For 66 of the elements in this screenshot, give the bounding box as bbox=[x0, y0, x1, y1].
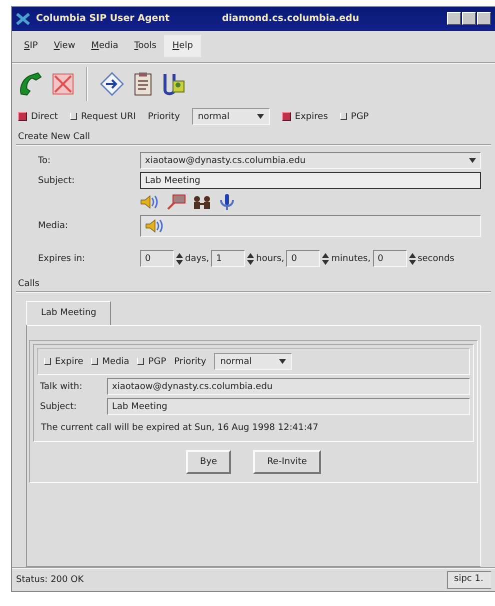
group-title: Create New Call bbox=[17, 131, 92, 144]
menu-item[interactable]: View bbox=[46, 35, 84, 58]
hang-up-icon[interactable] bbox=[52, 73, 74, 96]
maximize-button[interactable] bbox=[462, 12, 476, 26]
expires-label: Expires in: bbox=[38, 254, 86, 264]
media-list[interactable] bbox=[140, 215, 481, 238]
checkbox[interactable]: Expires bbox=[282, 112, 328, 122]
status-text: Status: 200 OK bbox=[16, 575, 84, 586]
clipboard-icon[interactable] bbox=[134, 72, 152, 96]
subject-field[interactable]: Lab Meeting bbox=[140, 172, 481, 190]
media-label: Media: bbox=[38, 221, 70, 232]
unit-label: seconds bbox=[418, 254, 454, 264]
group-title: Calls bbox=[17, 278, 40, 292]
call-button[interactable]: Bye bbox=[186, 450, 232, 474]
priority-dropdown[interactable]: normal bbox=[192, 108, 270, 126]
subject-label: Subject: bbox=[39, 402, 78, 412]
number-field[interactable]: 1 bbox=[211, 250, 246, 268]
caret-icon bbox=[469, 158, 476, 164]
speaker-icon[interactable] bbox=[140, 194, 160, 210]
video-icon[interactable] bbox=[166, 193, 186, 212]
number-field[interactable]: 0 bbox=[140, 250, 174, 268]
spin-arrows-icon[interactable] bbox=[247, 252, 254, 265]
caret-icon bbox=[279, 359, 286, 364]
checkbox[interactable]: Request URI bbox=[70, 112, 136, 122]
priority-label: Priority bbox=[174, 356, 206, 367]
menu-item[interactable]: Help bbox=[164, 35, 201, 58]
spin-arrows-icon[interactable] bbox=[408, 252, 416, 265]
microphone-icon[interactable] bbox=[218, 193, 236, 212]
subject-field: Lab Meeting bbox=[107, 398, 470, 416]
expiry-message: The current call will be expired at Sun, 16 Aug 1998 12:41:47 bbox=[40, 422, 320, 436]
number-field[interactable]: 0 bbox=[372, 250, 407, 268]
close-button[interactable] bbox=[477, 12, 491, 26]
version-label: sipc 1. bbox=[447, 571, 491, 590]
talk-with-label: Talk with: bbox=[39, 382, 84, 392]
spin-arrows-icon[interactable] bbox=[176, 252, 183, 265]
forward-icon[interactable] bbox=[100, 72, 124, 96]
speaker-icon bbox=[145, 218, 165, 234]
checkbox[interactable]: Direct bbox=[18, 112, 58, 122]
checkbox[interactable]: PGP bbox=[137, 356, 166, 367]
spin-arrows-icon[interactable] bbox=[322, 252, 330, 265]
people-icon[interactable] bbox=[192, 194, 212, 210]
contacts-icon[interactable] bbox=[162, 72, 186, 96]
minimize-button[interactable] bbox=[447, 12, 461, 26]
call-button[interactable]: Re-Invite bbox=[253, 450, 321, 474]
priority-label: Priority bbox=[148, 112, 180, 122]
number-field[interactable]: 0 bbox=[286, 250, 320, 268]
talk-with-field: xiaotaow@dynasty.cs.columbia.edu bbox=[107, 378, 470, 396]
checkbox[interactable]: PGP bbox=[340, 112, 369, 122]
caret-icon bbox=[256, 114, 264, 120]
unit-label: hours, bbox=[256, 254, 284, 264]
to-combo-box[interactable]: xiaotaow@dynasty.cs.columbia.edu bbox=[140, 152, 481, 170]
checkbox[interactable]: Media bbox=[91, 356, 130, 367]
host-name: diamond.cs.columbia.edu bbox=[222, 13, 360, 24]
tab[interactable]: Lab Meeting bbox=[26, 301, 112, 326]
checkbox[interactable]: Expire bbox=[44, 356, 84, 367]
priority-dropdown[interactable]: normal bbox=[214, 353, 292, 370]
window-title: Columbia SIP User Agent bbox=[36, 13, 171, 24]
menu-item[interactable]: SIP bbox=[16, 35, 46, 58]
window-icon bbox=[16, 12, 30, 25]
menu-item[interactable]: Tools bbox=[126, 35, 164, 58]
unit-label: minutes, bbox=[331, 254, 371, 264]
menu-item[interactable]: Media bbox=[83, 35, 126, 58]
subject-label: Subject: bbox=[38, 176, 76, 186]
unit-label: days, bbox=[185, 254, 210, 264]
phone-icon[interactable] bbox=[18, 72, 42, 96]
to-label: To: bbox=[38, 156, 52, 166]
